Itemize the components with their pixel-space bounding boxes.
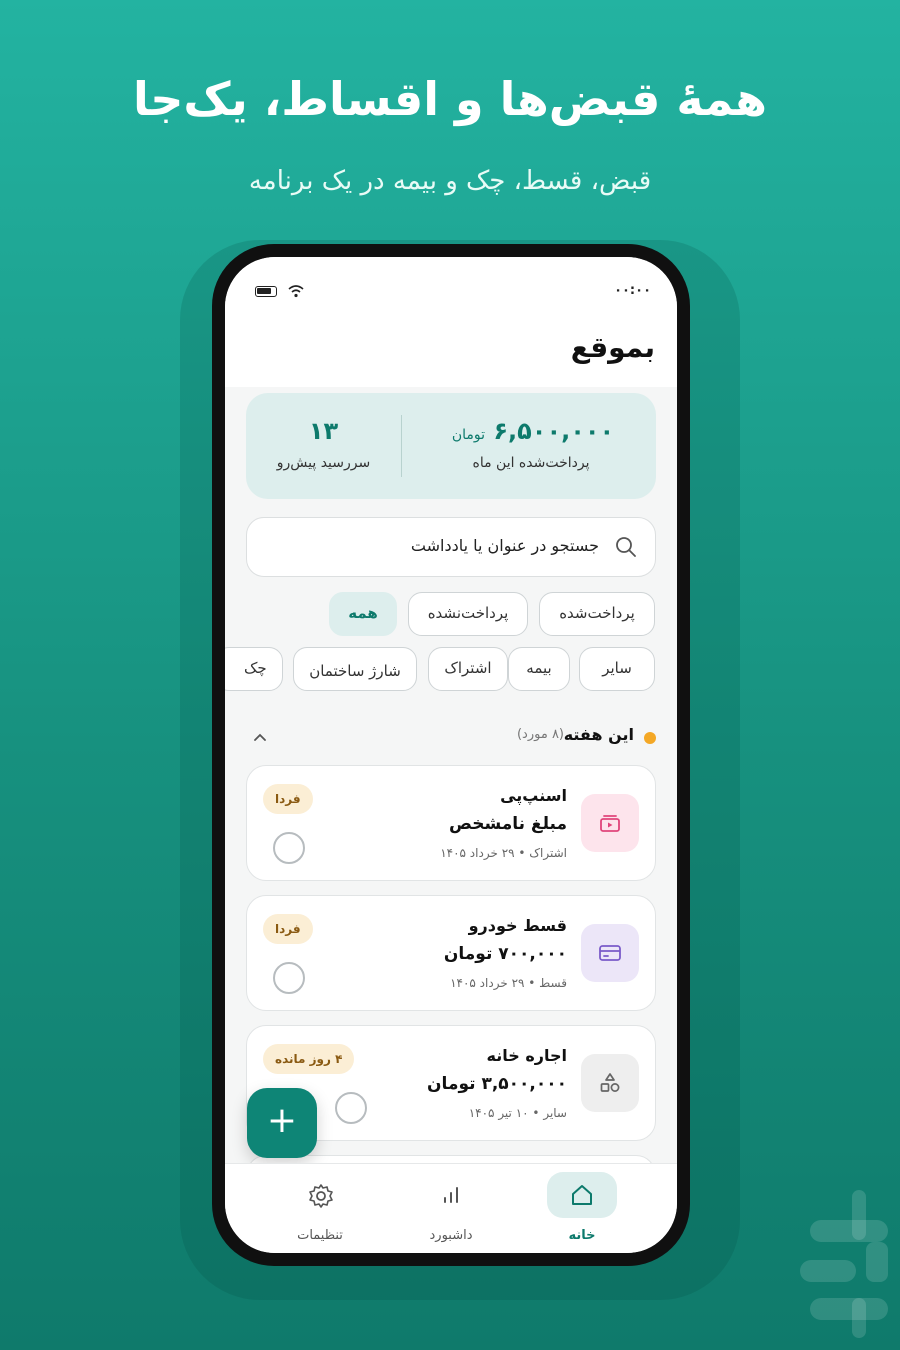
card-icon bbox=[581, 924, 639, 982]
section-dot bbox=[644, 732, 656, 744]
chevron-up-icon[interactable] bbox=[252, 729, 268, 745]
nav-dashboard[interactable]: داشبورد bbox=[396, 1164, 506, 1253]
chart-icon bbox=[444, 1187, 458, 1203]
paid-value: ۶,۵۰۰,۰۰۰ bbox=[493, 417, 615, 445]
hero-title: همهٔ قبض‌ها و اقساط، یک‌جا bbox=[132, 72, 768, 126]
mark-paid-checkbox[interactable] bbox=[273, 832, 305, 864]
nav-label: داشبورد bbox=[429, 1228, 473, 1243]
item-title: اجاره خانه bbox=[486, 1046, 568, 1065]
item-amount: ۳,۵۰۰,۰۰۰ تومان bbox=[427, 1074, 567, 1094]
app-screen: ۰۰:۰۰ بموقع ۶,۵۰۰,۰۰۰ تومان پرداخت‌شده ا… bbox=[225, 257, 677, 1253]
wifi-icon bbox=[288, 285, 304, 298]
summary-card: ۶,۵۰۰,۰۰۰ تومان پرداخت‌شده این ماه ۱۳ سر… bbox=[246, 393, 656, 499]
hero-subtitle: قبض، قسط، چک و بیمه در یک برنامه bbox=[248, 166, 652, 196]
app-title: بموقع bbox=[570, 331, 655, 364]
shapes-icon bbox=[581, 1054, 639, 1112]
summary-divider bbox=[401, 415, 402, 477]
search-placeholder: جستجو در عنوان یا یادداشت bbox=[410, 536, 599, 555]
store-logo bbox=[800, 1190, 888, 1338]
upcoming-label: سررسید پیش‌رو bbox=[276, 455, 371, 471]
filter-unpaid[interactable]: پرداخت‌نشده bbox=[408, 592, 528, 636]
add-item-button[interactable]: + bbox=[247, 1088, 317, 1158]
battery-icon bbox=[255, 286, 277, 297]
paid-label: پرداخت‌شده این ماه bbox=[472, 455, 590, 471]
upcoming-summary: ۱۳ سررسید پیش‌رو bbox=[246, 393, 401, 499]
category-subscription[interactable]: اشتراک bbox=[428, 647, 508, 691]
gear-icon bbox=[309, 1184, 333, 1208]
item-amount: ۷۰۰,۰۰۰ تومان bbox=[443, 944, 567, 964]
category-building-charge[interactable]: شارژ ساختمان bbox=[293, 647, 417, 691]
item-amount: مبلغ نامشخص bbox=[449, 814, 567, 834]
due-badge: فردا bbox=[263, 784, 313, 814]
upcoming-value: ۱۳ bbox=[308, 417, 339, 445]
nav-label: تنظیمات bbox=[297, 1228, 343, 1243]
status-time: ۰۰:۰۰ bbox=[614, 283, 651, 298]
nav-label: خانه bbox=[568, 1228, 596, 1243]
nav-home[interactable]: خانه bbox=[527, 1164, 637, 1253]
nav-settings[interactable]: تنظیمات bbox=[265, 1164, 375, 1253]
section-this-week[interactable]: این هفته (۸ مورد) bbox=[246, 723, 656, 753]
filter-all[interactable]: همه bbox=[329, 592, 397, 636]
paid-unit: تومان bbox=[451, 427, 486, 443]
due-badge: ۴ روز مانده bbox=[263, 1044, 355, 1074]
mark-paid-checkbox[interactable] bbox=[335, 1092, 367, 1124]
category-cheque[interactable]: چک bbox=[225, 647, 283, 691]
list-item[interactable]: قسط خودرو ۷۰۰,۰۰۰ تومان قسط • ۲۹ خرداد ۱… bbox=[246, 895, 656, 1011]
section-title: این هفته bbox=[563, 725, 634, 744]
status-bar: ۰۰:۰۰ bbox=[225, 257, 677, 307]
filter-paid[interactable]: پرداخت‌شده bbox=[539, 592, 655, 636]
item-meta: قسط • ۲۹ خرداد ۱۴۰۵ bbox=[450, 976, 567, 990]
due-badge: فردا bbox=[263, 914, 313, 944]
app-bar: بموقع bbox=[225, 307, 677, 387]
item-title: اسنپ‌پی bbox=[500, 786, 567, 805]
search-input[interactable]: جستجو در عنوان یا یادداشت bbox=[246, 517, 656, 577]
home-icon bbox=[572, 1185, 592, 1205]
list-item[interactable]: اسنپ‌پی مبلغ نامشخص اشتراک • ۲۹ خرداد ۱۴… bbox=[246, 765, 656, 881]
subscription-icon bbox=[581, 794, 639, 852]
paid-summary: ۶,۵۰۰,۰۰۰ تومان پرداخت‌شده این ماه bbox=[406, 393, 656, 499]
paid-amount: ۶,۵۰۰,۰۰۰ تومان bbox=[406, 417, 656, 445]
category-other[interactable]: سایر bbox=[579, 647, 655, 691]
item-title: قسط خودرو bbox=[468, 916, 567, 935]
bottom-nav: خانه داشبورد تنظیمات bbox=[225, 1163, 677, 1253]
category-insurance[interactable]: بیمه bbox=[508, 647, 570, 691]
item-meta: سایر • ۱۰ تیر ۱۴۰۵ bbox=[468, 1106, 567, 1120]
section-count: (۸ مورد) bbox=[516, 727, 564, 742]
mark-paid-checkbox[interactable] bbox=[273, 962, 305, 994]
item-meta: اشتراک • ۲۹ خرداد ۱۴۰۵ bbox=[440, 846, 567, 860]
search-icon bbox=[616, 537, 636, 557]
phone-frame: ۰۰:۰۰ بموقع ۶,۵۰۰,۰۰۰ تومان پرداخت‌شده ا… bbox=[212, 244, 690, 1266]
